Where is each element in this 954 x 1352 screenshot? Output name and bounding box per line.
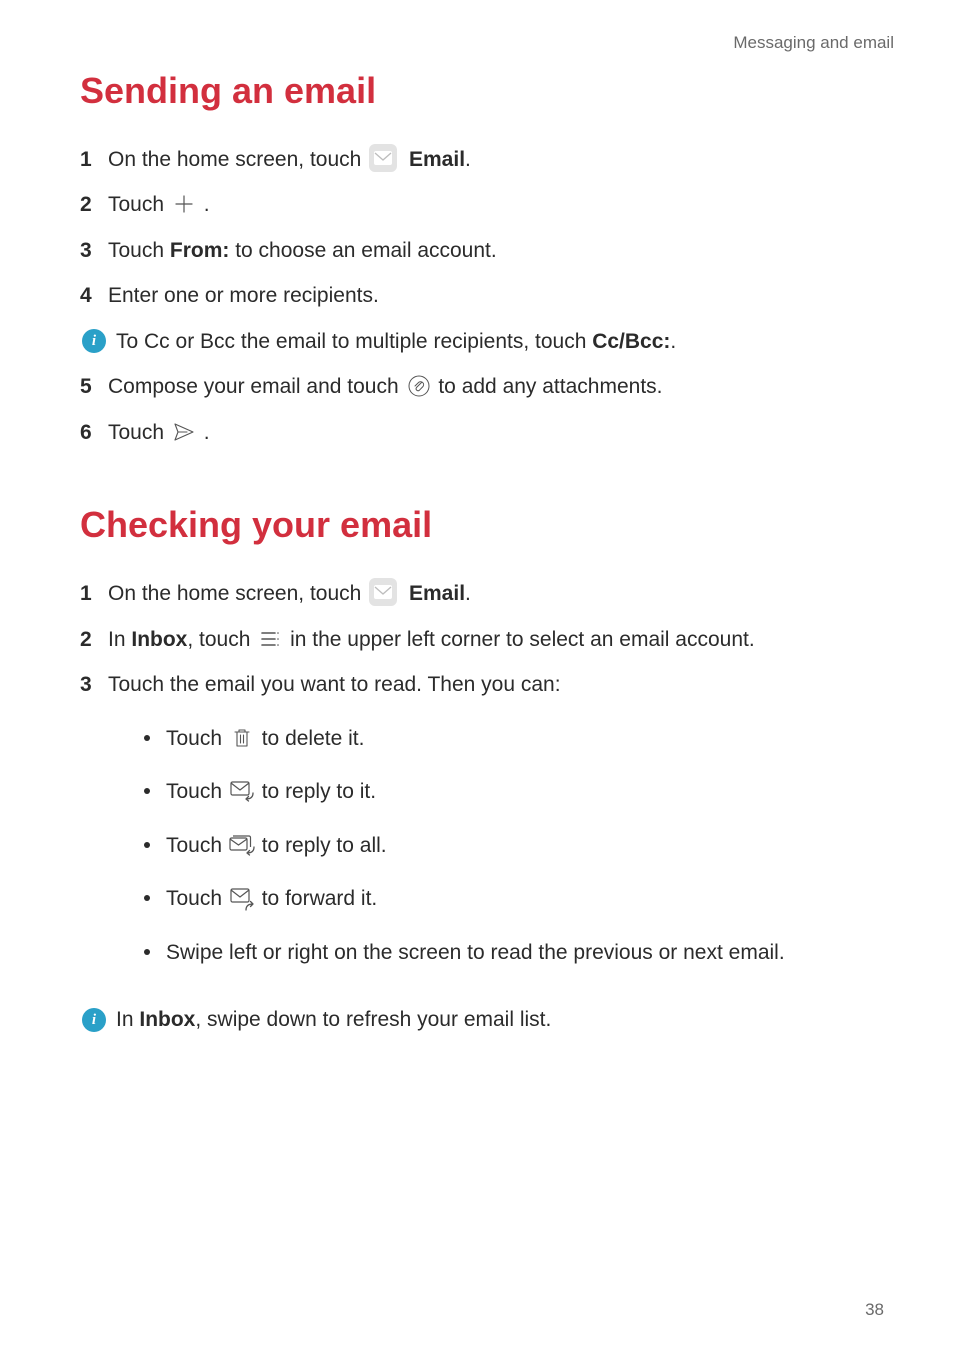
bullet-icon	[144, 949, 150, 955]
sub-item-reply-all: Touch to reply to all.	[136, 830, 884, 862]
step-2: 2 Touch .	[80, 189, 884, 221]
text: Touch	[166, 834, 228, 857]
text: to reply to it.	[262, 780, 376, 803]
info-icon: i	[82, 1008, 106, 1032]
step-3: 3 Touch From: to choose an email account…	[80, 235, 884, 267]
text: in the upper left corner to select an em…	[290, 628, 755, 651]
step-c2: 2 In Inbox, touch in the upper left corn…	[80, 624, 884, 656]
page-number: 38	[865, 1297, 884, 1323]
step-body: Enter one or more recipients.	[108, 280, 884, 312]
trash-icon	[228, 726, 256, 750]
step-c3: 3 Touch the email you want to read. Then…	[80, 669, 884, 990]
info-body: To Cc or Bcc the email to multiple recip…	[116, 326, 676, 358]
info-icon: i	[82, 329, 106, 353]
step-body: In Inbox, touch in the upper left corner…	[108, 624, 884, 656]
sub-item-delete: Touch to delete it.	[136, 723, 884, 755]
step-body: Touch the email you want to read. Then y…	[108, 669, 884, 990]
plus-icon	[170, 192, 198, 216]
attachment-icon	[405, 374, 433, 398]
step-c1: 1 On the home screen, touch Email.	[80, 578, 884, 610]
text: , swipe down to refresh your email list.	[195, 1008, 551, 1031]
email-app-icon	[369, 144, 397, 172]
reply-all-icon	[228, 833, 256, 857]
bold-text: Cc/Bcc:	[592, 330, 670, 353]
bullet-icon	[144, 895, 150, 901]
step-body: Touch From: to choose an email account.	[108, 235, 884, 267]
text: To Cc or Bcc the email to multiple recip…	[116, 330, 592, 353]
bold-text: From:	[170, 239, 230, 262]
bold-text: Inbox	[139, 1008, 195, 1031]
step-body: On the home screen, touch Email.	[108, 578, 884, 610]
section-title-sending: Sending an email	[80, 64, 884, 118]
bullet-icon	[144, 735, 150, 741]
text: .	[204, 193, 210, 216]
text: Touch	[108, 239, 170, 262]
sub-item-reply: Touch to reply to it.	[136, 776, 884, 808]
step-number: 5	[80, 371, 102, 403]
step-number: 2	[80, 624, 102, 656]
text: Touch	[108, 193, 170, 216]
step-4: 4 Enter one or more recipients.	[80, 280, 884, 312]
sub-item-forward: Touch to forward it.	[136, 883, 884, 915]
bold-text: Email	[409, 582, 465, 605]
step-number: 3	[80, 235, 102, 267]
text: Touch	[108, 421, 170, 444]
step-5: 5 Compose your email and touch to add an…	[80, 371, 884, 403]
text: , touch	[187, 628, 256, 651]
text: to reply to all.	[262, 834, 387, 857]
text: .	[204, 421, 210, 444]
step-body: On the home screen, touch Email.	[108, 144, 884, 176]
sub-list: Touch to delete it. Touch	[136, 723, 884, 969]
info-body: In Inbox, swipe down to refresh your ema…	[116, 1004, 551, 1036]
bold-text: Inbox	[131, 628, 187, 651]
info-note: i To Cc or Bcc the email to multiple rec…	[82, 326, 884, 358]
step-6: 6 Touch .	[80, 417, 884, 449]
step-number: 2	[80, 189, 102, 221]
text: .	[465, 148, 471, 171]
bullet-icon	[144, 842, 150, 848]
text: Compose your email and touch	[108, 375, 405, 398]
step-number: 3	[80, 669, 102, 701]
forward-icon	[228, 886, 256, 910]
step-number: 6	[80, 417, 102, 449]
text: to forward it.	[262, 887, 378, 910]
step-number: 1	[80, 144, 102, 176]
text: In	[116, 1008, 139, 1031]
reply-icon	[228, 779, 256, 803]
text: to choose an email account.	[229, 239, 496, 262]
email-app-icon	[369, 578, 397, 606]
step-body: Compose your email and touch to add any …	[108, 371, 884, 403]
text: Touch the email you want to read. Then y…	[108, 673, 561, 696]
text: Touch	[166, 780, 228, 803]
text: Enter one or more recipients.	[108, 284, 379, 307]
text: Touch	[166, 887, 228, 910]
step-1: 1 On the home screen, touch Email.	[80, 144, 884, 176]
text: .	[670, 330, 676, 353]
text: Swipe left or right on the screen to rea…	[166, 941, 785, 964]
section-title-checking: Checking your email	[80, 498, 884, 552]
bullet-icon	[144, 788, 150, 794]
menu-icon	[256, 627, 284, 651]
text: Touch	[166, 727, 228, 750]
text: In	[108, 628, 131, 651]
info-note: i In Inbox, swipe down to refresh your e…	[82, 1004, 884, 1036]
sub-item-swipe: Swipe left or right on the screen to rea…	[136, 937, 884, 969]
breadcrumb: Messaging and email	[80, 30, 894, 56]
bold-text: Email	[409, 148, 465, 171]
text: On the home screen, touch	[108, 582, 367, 605]
send-icon	[170, 420, 198, 444]
text: to add any attachments.	[438, 375, 662, 398]
text: to delete it.	[262, 727, 365, 750]
text: On the home screen, touch	[108, 148, 367, 171]
step-number: 4	[80, 280, 102, 312]
text: .	[465, 582, 471, 605]
step-body: Touch .	[108, 417, 884, 449]
step-number: 1	[80, 578, 102, 610]
step-body: Touch .	[108, 189, 884, 221]
